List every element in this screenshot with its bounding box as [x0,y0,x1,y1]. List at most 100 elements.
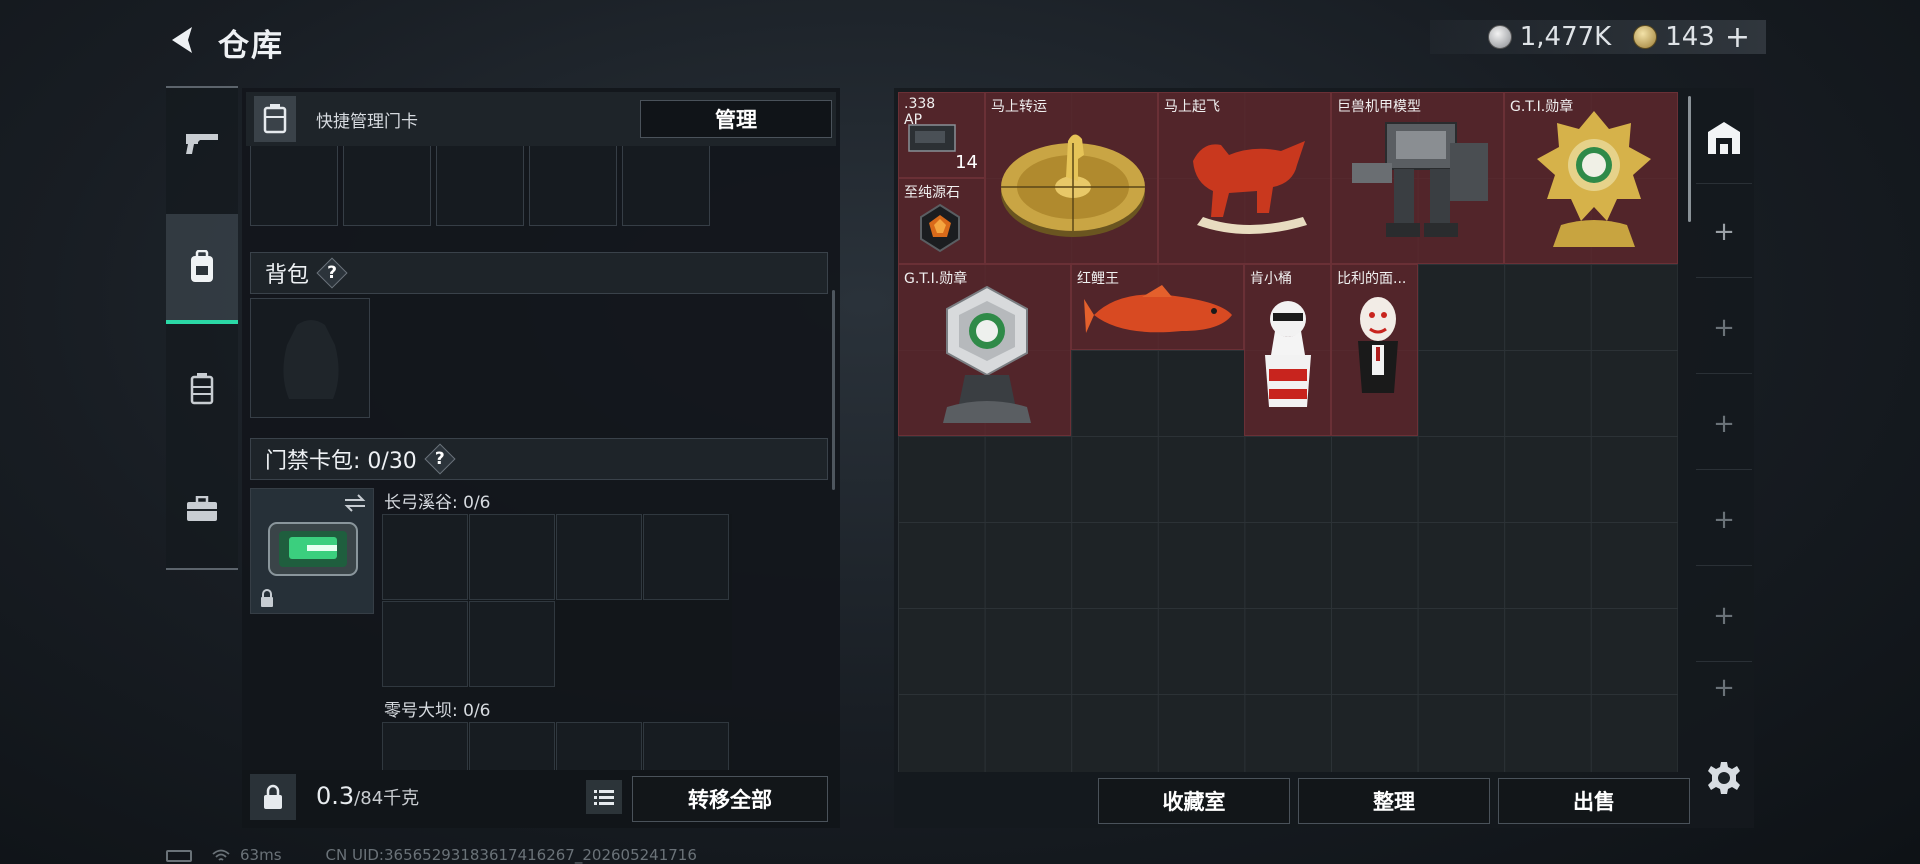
backpack-slot[interactable] [250,298,370,418]
stash-item[interactable]: 马上转运 [985,92,1158,264]
weight-current: 0.3 [316,782,355,810]
keycard-slot[interactable] [382,514,468,600]
item-name: 比利的面... [1337,271,1407,287]
map-grid-longbow [382,514,732,690]
lock-icon [261,589,273,607]
keycard-slot[interactable] [643,514,729,600]
keycard-pack-slot[interactable] [250,488,374,614]
stash-page-add[interactable]: + [1696,474,1752,566]
golden-wheel-icon [1001,134,1145,237]
rig-slot-5[interactable] [622,146,710,226]
stash-page-add[interactable]: + [1696,570,1752,662]
warehouse-icon [1708,121,1740,154]
manage-button[interactable]: 管理 [640,100,832,138]
sort-button[interactable]: 整理 [1298,778,1490,824]
item-name: 马上转运 [991,99,1047,115]
nav-backpack[interactable] [166,214,238,324]
stash-panel: .338 AP 14 至纯源石 马上转运 马上起飞 巨兽机甲模型 G.T.I.勋… [894,88,1754,828]
stash-item[interactable]: 巨兽机甲模型 [1331,92,1504,264]
stash-item[interactable]: G.T.I.勋章 [1504,92,1678,264]
stash-item[interactable]: 肯小桶 [1244,264,1331,436]
gold-medal-icon [1537,111,1651,247]
stash-page-add[interactable]: + [1696,658,1752,718]
stash-item[interactable]: 马上起飞 [1158,92,1331,264]
gun-icon [186,134,218,154]
nav-rig[interactable] [166,334,238,444]
item-name: 至纯源石 [904,185,960,201]
list-view-button[interactable] [586,780,622,814]
gold-amount: 143 [1665,22,1715,52]
item-name: 马上起飞 [1164,99,1220,115]
back-button[interactable] [160,20,206,60]
stash-item[interactable]: G.T.I.勋章 [898,264,1071,436]
padlock-icon [264,784,282,809]
stash-page-add[interactable]: + [1696,186,1752,278]
mech-model-icon [1352,122,1488,237]
stash-page-add[interactable]: + [1696,282,1752,374]
wifi-icon [212,849,230,861]
red-carp-icon [1084,285,1232,333]
briefcase-icon [187,496,217,521]
backpack-help-button[interactable]: ? [317,258,347,288]
stash-page-tab-active[interactable] [1696,92,1752,184]
chest-rig-icon [190,373,214,405]
backpack-icon [191,250,213,282]
rig-slot-1[interactable] [250,146,338,226]
kfc-bucket-figure-icon [1265,301,1311,407]
stash-item[interactable]: 比利的面... [1331,264,1418,436]
quick-card-label: 快捷管理门卡 [316,111,418,132]
stash-page-add[interactable]: + [1696,378,1752,470]
keycard-slot[interactable] [469,601,555,687]
stash-item[interactable]: .338 AP 14 [898,92,985,178]
sell-button[interactable]: 出售 [1498,778,1690,824]
rig-slot-2[interactable] [343,146,431,226]
keycard-slot[interactable] [556,514,642,600]
nav-weapons[interactable] [166,88,238,198]
item-count: 14 [955,152,978,173]
ping-value: 63ms [240,846,282,864]
uid-text: CN UID:3656529318361741626​7_20260524171… [325,846,697,864]
gold-coin-icon [1633,25,1658,49]
map-name-zero-dam: 零号大坝: 0/6 [384,701,491,721]
lock-button[interactable] [250,774,296,820]
backpack-label: 背包 [265,263,310,288]
weight-display: 0.3/84千克 [316,782,419,810]
silver-coin-icon [1487,25,1512,49]
rig-slot-4[interactable] [529,146,617,226]
quick-card-header: 快捷管理门卡 管理 [246,92,836,146]
stash-item[interactable]: 红鲤王 [1071,264,1244,350]
ammo-box-icon [908,124,956,152]
battery-icon [166,849,192,862]
keycard-pack-help-button[interactable]: ? [425,444,455,474]
keycard-slot[interactable] [469,514,555,600]
currency-bar: 1,477K 143 + [1430,20,1766,55]
map-name-longbow: 长弓溪谷: 0/6 [384,493,491,513]
keycard-case-icon [268,522,358,576]
billy-puppet-icon [1358,297,1398,393]
gem-stone-icon [920,203,960,253]
category-nav [166,86,238,570]
keycard-rig-icon [254,96,296,142]
left-scrollbar[interactable] [832,290,835,490]
rig-slot-3[interactable] [436,146,524,226]
backpack-section-header: 背包 ? [250,252,828,294]
collection-room-button[interactable]: 收藏室 [1098,778,1290,824]
weight-max: /84千克 [354,788,420,809]
item-name: 肯小桶 [1250,271,1292,287]
nav-case[interactable] [166,454,238,564]
keycard-slot[interactable] [382,601,468,687]
transfer-all-button[interactable]: 转移全部 [632,776,828,822]
stash-scrollbar[interactable] [1688,96,1691,222]
list-icon [594,790,614,805]
silver-medal-icon [943,285,1031,423]
map-grid-zero-dam [382,722,732,808]
stash-item[interactable]: 至纯源石 [898,178,985,264]
add-currency-button[interactable]: + [1725,20,1750,55]
keycard-pack-label: 门禁卡包: 0/30 [265,449,417,474]
stash-grid: .338 AP 14 至纯源石 马上转运 马上起飞 巨兽机甲模型 G.T.I.勋… [898,92,1678,772]
swap-icon [344,494,366,512]
loadout-panel: 快捷管理门卡 管理 背包 ? 门禁卡包: 0/30 ? 长弓溪谷: 0/6 零号… [242,88,840,828]
loadout-footer: 0.3/84千克 转移全部 [242,770,840,828]
settings-gear-icon[interactable] [1706,760,1742,796]
red-horse-icon [1193,141,1307,234]
